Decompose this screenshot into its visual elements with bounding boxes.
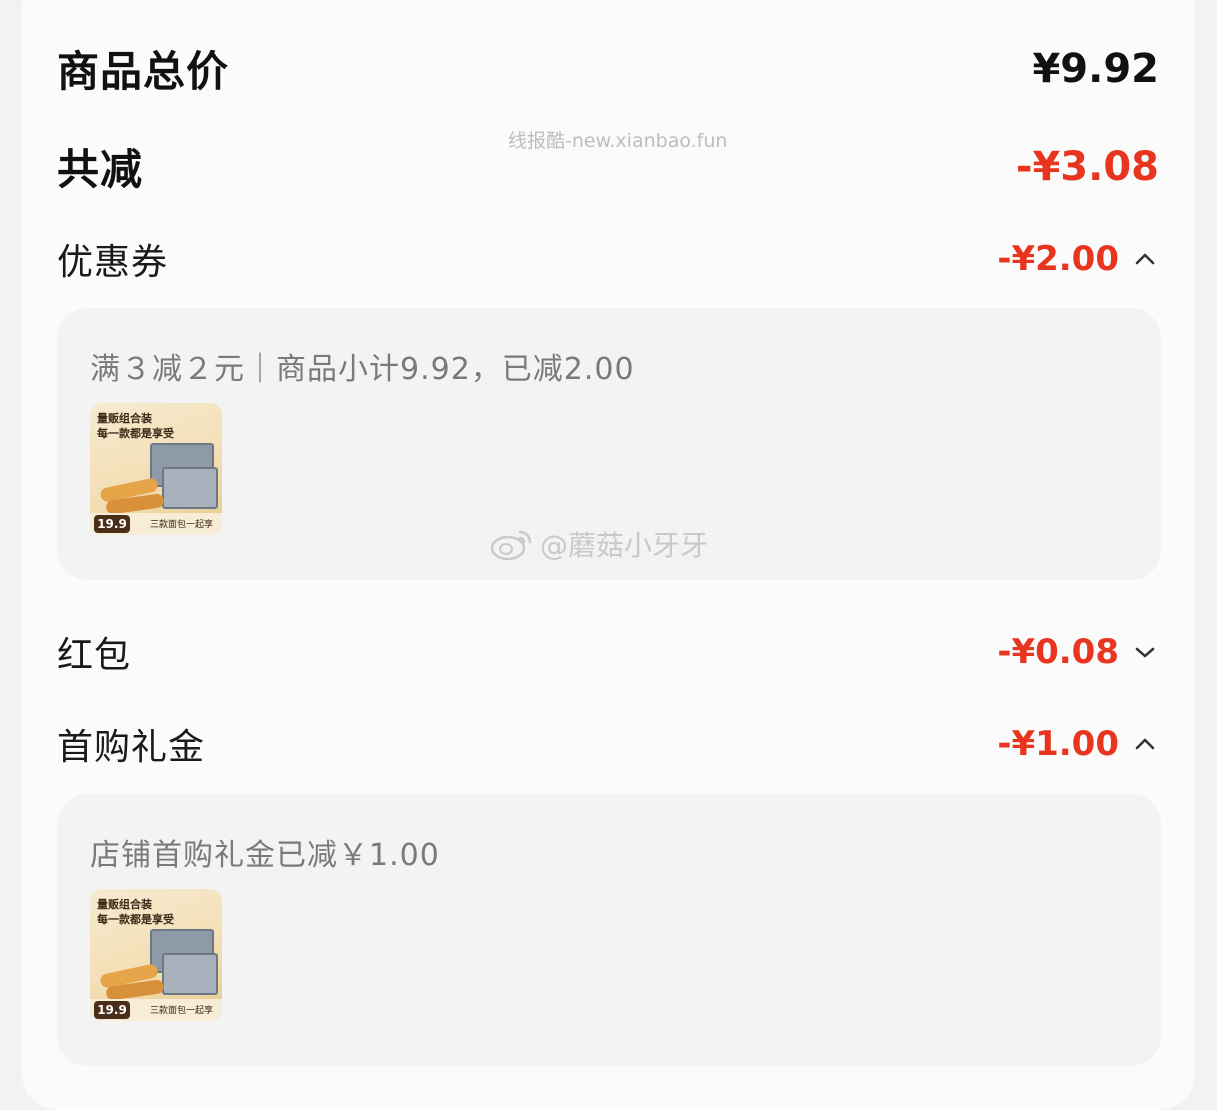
red-packet-label: 红包 [57,635,132,676]
chevron-down-icon[interactable] [1131,638,1159,666]
total-price-row: 商品总价 ¥9.92 [57,38,1159,99]
chevron-up-icon[interactable] [1131,730,1159,758]
coupon-label: 优惠券 [57,242,169,283]
watermark-xianbao: 线报酷-new.xianbao.fun [508,130,728,152]
total-discount-value: -¥3.08 [1015,143,1159,190]
first-purchase-detail-text: 店铺首购礼金已减￥1.00 [90,838,440,873]
coupon-row[interactable]: 优惠券 -¥2.00 [57,233,1159,285]
coupon-value: -¥2.00 [997,239,1119,279]
first-purchase-value: -¥1.00 [997,724,1119,764]
total-price-label: 商品总价 [57,47,230,96]
first-purchase-label: 首购礼金 [57,727,206,768]
total-price-value: ¥9.92 [1032,45,1159,92]
first-purchase-detail-card: 店铺首购礼金已减￥1.00 量贩组合装 每一款都是享受 19.9 三款面包一起享 [57,794,1161,1066]
total-discount-label: 共减 [57,145,144,194]
first-purchase-product-thumbnail[interactable]: 量贩组合装 每一款都是享受 19.9 三款面包一起享 [90,889,222,1021]
coupon-detail-text: 满３减２元｜商品小计9.92，已减2.00 [90,352,635,387]
weibo-icon [490,530,532,561]
red-packet-value: -¥0.08 [997,632,1119,672]
chevron-up-icon[interactable] [1131,245,1159,273]
coupon-product-thumbnail[interactable]: 量贩组合装 每一款都是享受 19.9 三款面包一起享 [90,403,222,535]
watermark-weibo: @蘑菇小牙牙 [490,524,708,564]
first-purchase-row[interactable]: 首购礼金 -¥1.00 [57,718,1159,770]
red-packet-row[interactable]: 红包 -¥0.08 [57,626,1159,678]
